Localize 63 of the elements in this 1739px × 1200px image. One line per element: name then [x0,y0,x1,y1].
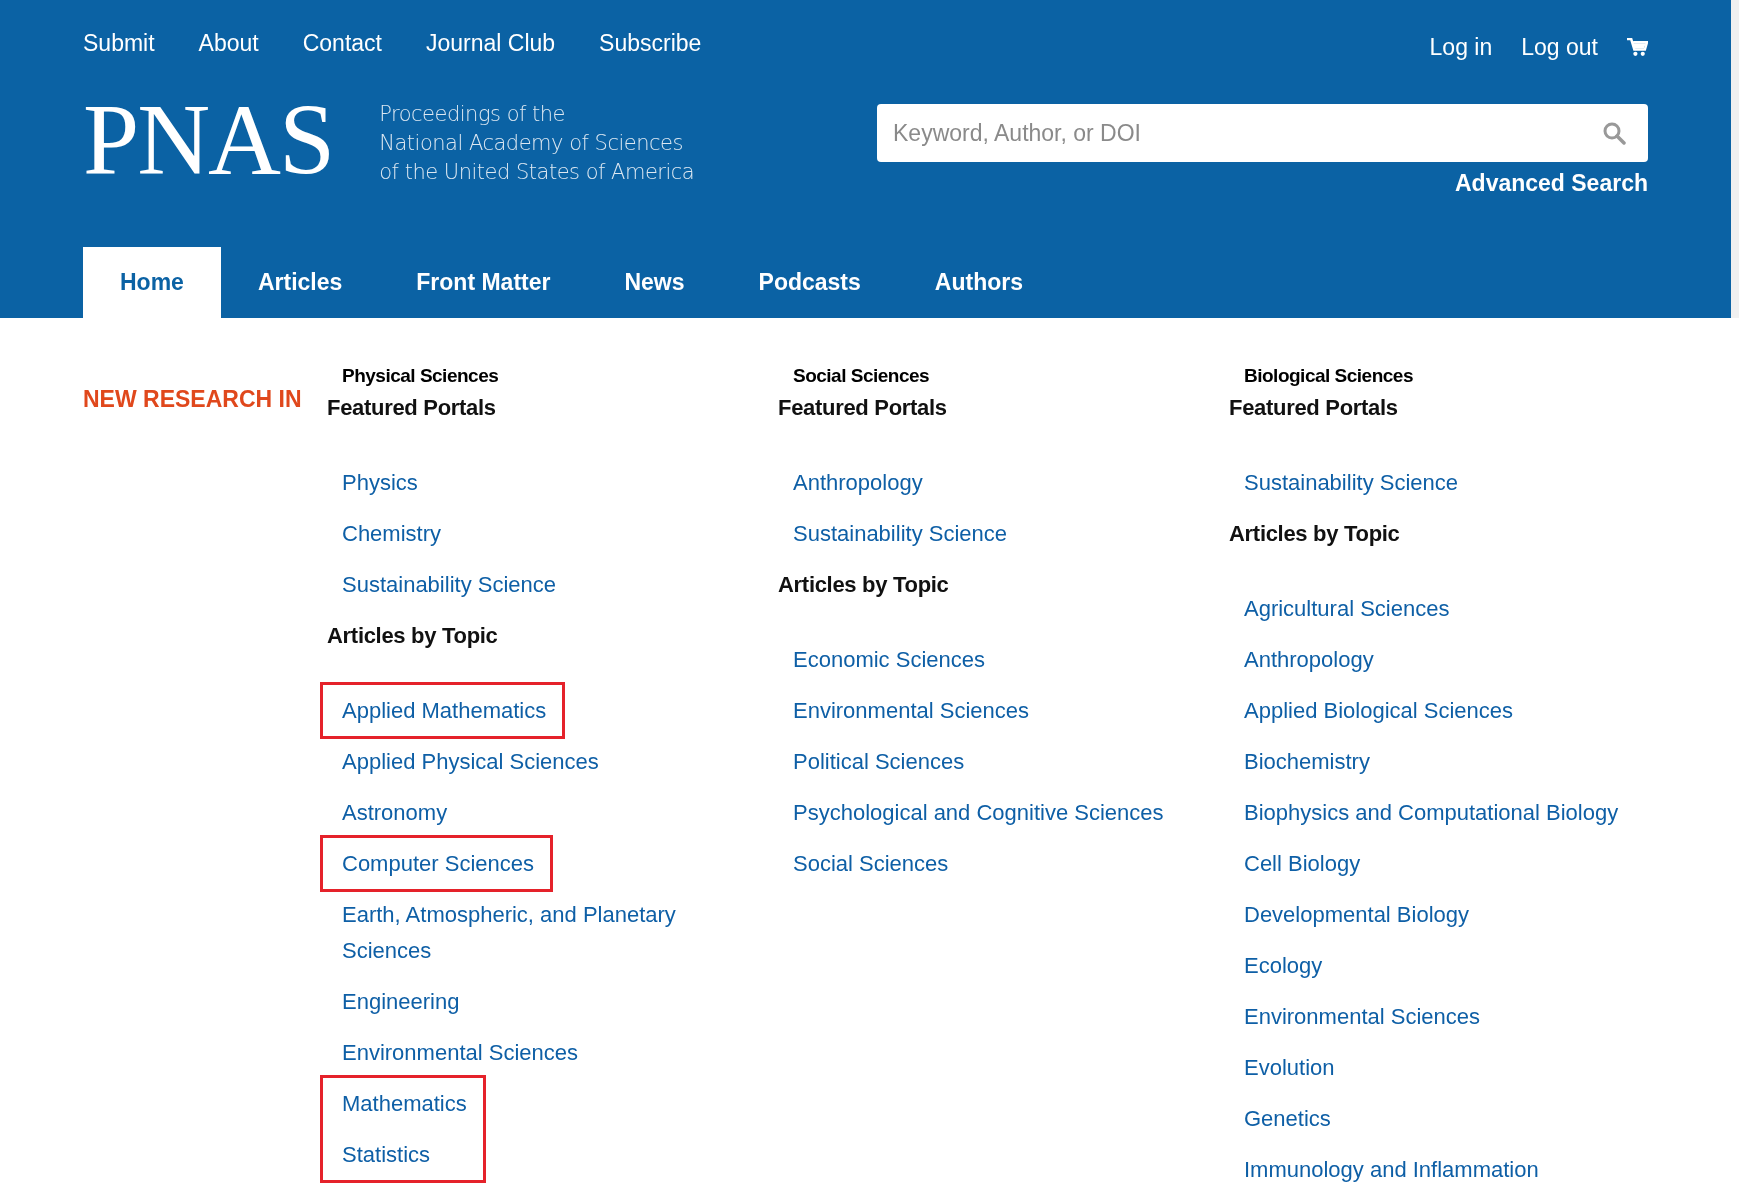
topic-link[interactable]: Astronomy [342,787,448,838]
group-heading: Articles by Topic [778,571,950,599]
topic-link[interactable]: Political Sciences [793,736,965,787]
topic-link[interactable]: Environmental Sciences [1244,991,1480,1042]
top-nav-link[interactable]: Contact [302,30,382,57]
topic-link[interactable]: Computer Sciences [342,838,534,889]
topic-link[interactable]: Ecology [1244,940,1323,991]
nav-tab[interactable]: Home [83,247,221,318]
topic-link[interactable]: Environmental Sciences [793,685,1029,736]
topic-link[interactable]: Genetics [1244,1093,1331,1144]
cart-icon[interactable] [1627,38,1648,57]
nav-tab[interactable]: Articles [220,247,380,318]
topic-link[interactable]: Evolution [1244,1042,1335,1093]
topic-link[interactable]: Sustainability Science [342,559,556,610]
topic-link[interactable]: Chemistry [342,508,441,559]
topic-link[interactable]: Biochemistry [1244,736,1370,787]
nav-tab[interactable]: Authors [897,247,1060,318]
topic-link[interactable]: Applied Physical Sciences [342,736,599,787]
topic-link[interactable]: Sustainability Science [793,508,1007,559]
column-title: Biological Sciences [1243,364,1414,388]
logo-wordmark[interactable]: PNAS [83,94,334,186]
topic-link[interactable]: Agricultural Sciences [1244,583,1450,634]
topic-link[interactable]: Anthropology [793,457,923,508]
search-field[interactable]: Keyword, Author, or DOI [877,104,1648,162]
logo-subtitle-line: of the United States of America [379,159,695,186]
topic-link[interactable]: Biophysics and Computational Biology [1244,787,1619,838]
account-link[interactable]: Log out [1521,34,1598,61]
topic-link[interactable]: Developmental Biology [1244,889,1470,940]
topic-link[interactable]: Applied Biological Sciences [1244,685,1514,736]
topic-link[interactable]: Economic Sciences [793,634,985,685]
top-nav-link[interactable]: Submit [83,30,155,57]
group-heading: Featured Portals [778,394,948,422]
group-heading: Articles by Topic [1229,520,1401,548]
nav-tab[interactable]: Front Matter [379,247,588,318]
topic-link[interactable]: Statistics [342,1129,467,1180]
nav-tab[interactable]: Podcasts [721,247,898,318]
topic-link[interactable]: Anthropology [1244,634,1374,685]
top-nav-link[interactable]: Journal Club [425,30,556,57]
topic-link[interactable]: Earth, Atmospheric, and Planetary Sciences [342,889,762,976]
search-icon[interactable] [1602,121,1626,145]
logo-subtitle-line: National Academy of Sciences [379,130,684,157]
column-title: Physical Sciences [341,364,500,388]
group-heading: Articles by Topic [327,622,499,650]
topic-link[interactable]: Applied Mathematics [342,685,547,736]
account-link[interactable]: Log in [1429,34,1493,61]
top-nav-link[interactable]: About [198,30,259,57]
topic-link[interactable]: Cell Biology [1244,838,1361,889]
topic-link[interactable]: Mathematics [342,1078,467,1129]
top-nav-link[interactable]: Subscribe [599,30,702,57]
topic-link[interactable]: Physics [342,457,418,508]
topic-link[interactable]: Social Sciences [793,838,949,889]
column-title: Social Sciences [792,364,931,388]
group-heading: Featured Portals [1229,394,1399,422]
nav-tab[interactable]: News [587,247,722,318]
topic-link[interactable]: Environmental Sciences [342,1027,578,1078]
topic-link[interactable]: Engineering [342,976,460,1027]
topic-link[interactable]: Immunology and Inflammation [1244,1144,1539,1195]
logo-subtitle-line: Proceedings of the [379,101,566,128]
group-heading: Featured Portals [327,394,497,422]
section-label: NEW RESEARCH IN [83,385,303,414]
topic-link[interactable]: Psychological and Cognitive Sciences [793,787,1164,838]
topic-link[interactable]: Sustainability Science [1244,457,1458,508]
advanced-search-link[interactable]: Advanced Search [1454,170,1648,197]
